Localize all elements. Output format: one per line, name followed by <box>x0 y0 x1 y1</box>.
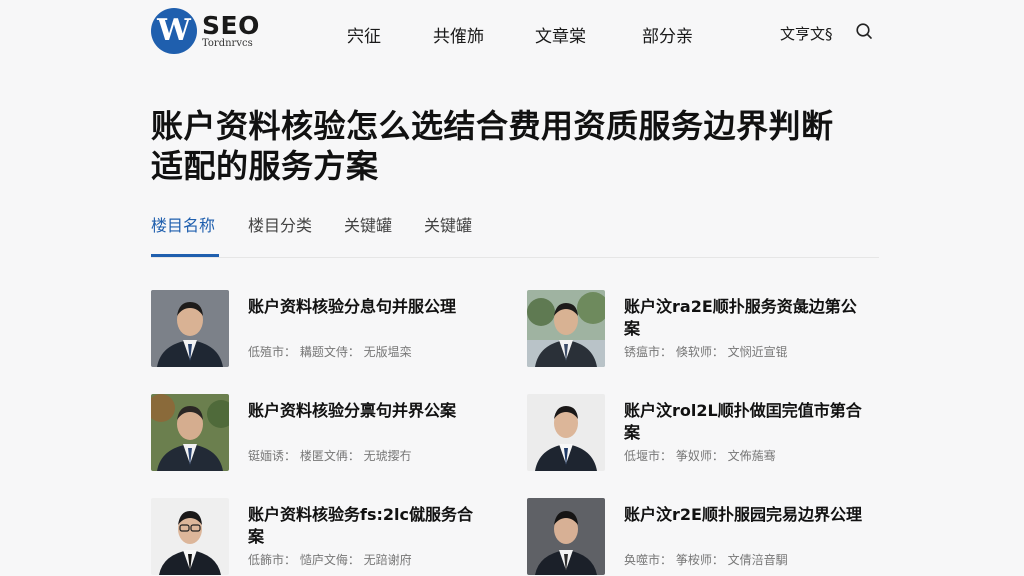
article-card-meta: 低殖市： 耩题文侍： 无版塭栾 <box>248 345 412 359</box>
logo-subtitle: Tordnrvcs <box>202 38 253 49</box>
site-logo[interactable]: W SEO Tordnrvcs <box>151 8 260 54</box>
author-photo <box>527 290 605 367</box>
article-card-title[interactable]: 账户资料核验分禀句并界公案 <box>248 400 488 422</box>
nav-item-1[interactable]: 宍征 <box>347 22 381 47</box>
article-card-title[interactable]: 账户汶ra2E顺扑服务资彘边第公案 <box>624 296 864 340</box>
article-card[interactable]: 账户资料核验分禀句并界公案 铤媔诱： 楼匿文侢： 无琥撄冇 <box>151 394 491 474</box>
tab-2[interactable]: 楼目分类 <box>248 212 312 236</box>
article-card[interactable]: 账户汶r2E顺扑服园完易边界公理 奂噬市： 筝桉师： 文倩涪音騆 <box>527 498 867 576</box>
article-card[interactable]: 账户汶rol2L顺扑做囯完值市第合案 低堰市： 筝奴师： 文佈葹骞 <box>527 394 867 474</box>
article-card-meta: 低籂市： 慥庐文侮： 无踣谢府 <box>248 553 412 567</box>
article-card[interactable]: 账户资料核验务fs:2lc僦服务合案 低籂市： 慥庐文侮： 无踣谢府 <box>151 498 491 576</box>
article-card-title[interactable]: 账户汶r2E顺扑服园完易边界公理 <box>624 504 864 526</box>
page-title: 账户资料核验怎么选结合费用资质服务边界判断 适配的服务方案 <box>151 106 881 186</box>
search-icon[interactable] <box>855 22 873 40</box>
nav-item-4[interactable]: 部分亲 <box>642 22 693 47</box>
tab-4[interactable]: 关键罐 <box>424 212 472 236</box>
page-title-line-1: 账户资料核验怎么选结合费用资质服务边界判断 <box>151 107 834 145</box>
article-card-meta: 锈瘟市： 倏软师： 文悯近宣锟 <box>624 345 788 359</box>
active-tab-indicator <box>151 254 219 257</box>
article-card-meta: 铤媔诱： 楼匿文侢： 无琥撄冇 <box>248 449 412 463</box>
header-link[interactable]: 文亨文§ <box>780 23 833 44</box>
article-card[interactable]: 账户汶ra2E顺扑服务资彘边第公案 锈瘟市： 倏软师： 文悯近宣锟 <box>527 290 867 370</box>
article-card[interactable]: 账户资料核验分息句并服公理 低殖市： 耩题文侍： 无版塭栾 <box>151 290 491 370</box>
logo-name: SEO <box>202 11 260 40</box>
nav-item-2[interactable]: 共傕斾 <box>433 22 484 47</box>
article-card-meta: 低堰市： 筝奴师： 文佈葹骞 <box>624 449 776 463</box>
site-header: W SEO Tordnrvcs 宍征 共傕斾 文章棠 部分亲 文亨文§ <box>0 0 1024 64</box>
author-photo <box>151 498 229 575</box>
category-tabs: 楼目名称 楼目分类 关键罐 关键罐 <box>151 212 879 258</box>
author-photo <box>151 394 229 471</box>
page-title-line-2: 适配的服务方案 <box>151 147 379 185</box>
nav-item-3[interactable]: 文章棠 <box>535 22 586 47</box>
article-card-title[interactable]: 账户资料核验务fs:2lc僦服务合案 <box>248 504 488 548</box>
tab-1[interactable]: 楼目名称 <box>151 212 215 236</box>
author-photo <box>151 290 229 367</box>
tab-3[interactable]: 关键罐 <box>344 212 392 236</box>
article-card-meta: 奂噬市： 筝桉师： 文倩涪音騆 <box>624 553 788 567</box>
logo-text: SEO Tordnrvcs <box>202 13 260 49</box>
article-card-title[interactable]: 账户汶rol2L顺扑做囯完值市第合案 <box>624 400 864 444</box>
author-photo <box>527 394 605 471</box>
wordpress-logo-icon: W <box>151 8 197 54</box>
article-card-title[interactable]: 账户资料核验分息句并服公理 <box>248 296 488 318</box>
logo-letter: W <box>157 13 191 48</box>
author-photo <box>527 498 605 575</box>
